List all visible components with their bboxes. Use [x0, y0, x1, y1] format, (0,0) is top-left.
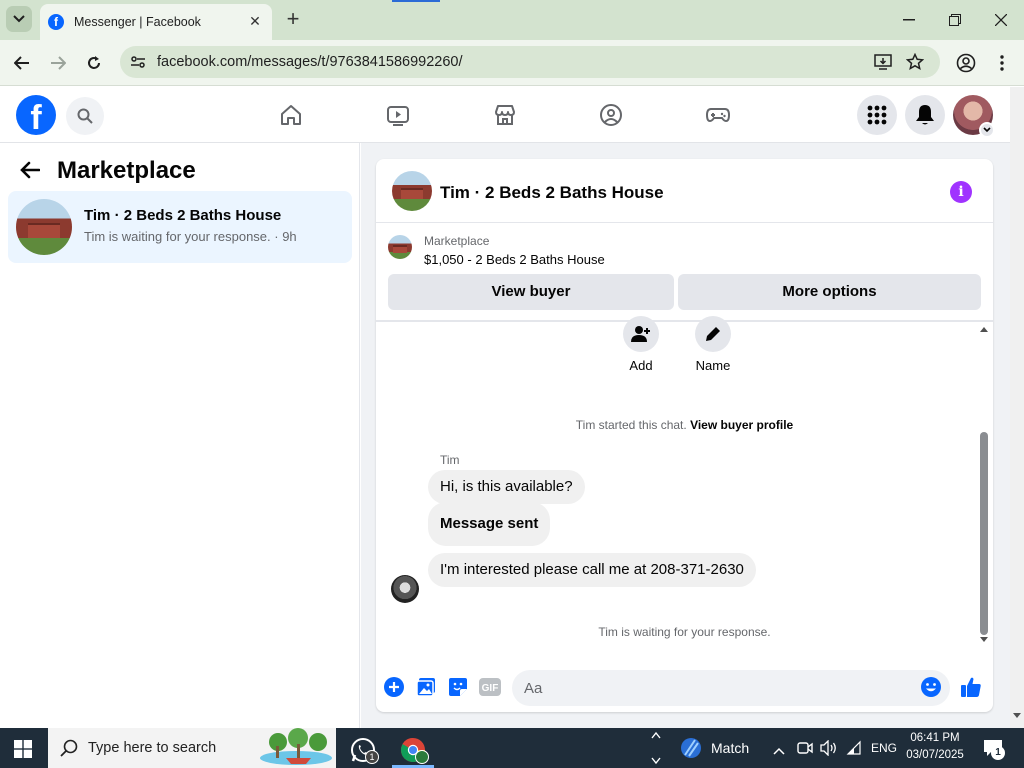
clock-time[interactable]: 06:41 PM	[900, 732, 970, 744]
minimize-icon[interactable]	[899, 10, 919, 30]
marketplace-icon[interactable]	[491, 101, 519, 129]
emoji-icon[interactable]	[920, 676, 942, 698]
view-buyer-profile-link[interactable]: View buyer profile	[690, 418, 793, 432]
taskbar-search-placeholder: Type here to search	[88, 740, 217, 756]
whatsapp-taskbar-icon[interactable]: 1	[343, 732, 383, 768]
messages-scrollbar-thumb[interactable]	[980, 432, 988, 635]
new-tab-icon[interactable]: +	[282, 8, 304, 30]
message-bubble[interactable]: I'm interested please call me at 208-371…	[428, 553, 756, 587]
browser-menu-icon[interactable]	[991, 52, 1013, 74]
back-icon[interactable]	[11, 52, 33, 74]
search-icon[interactable]	[66, 97, 104, 135]
chat-header: Tim · 2 Beds 2 Baths House i	[376, 159, 993, 223]
conversation-name: Tim · 2 Beds 2 Baths House	[84, 207, 282, 224]
facebook-favicon-icon: f	[48, 14, 64, 30]
message-input[interactable]	[512, 670, 950, 706]
message-bubble[interactable]: Message sent	[428, 502, 551, 546]
reload-icon[interactable]	[83, 52, 105, 74]
url-text[interactable]: facebook.com/messages/t/9763841586992260…	[157, 54, 463, 70]
browser-tab-messenger[interactable]: f Messenger | Facebook ✕	[40, 4, 272, 40]
forward-icon[interactable]	[47, 52, 69, 74]
conversation-preview: Tim is waiting for your response. · 9h	[84, 229, 297, 244]
menu-grid-icon[interactable]	[857, 95, 897, 135]
message-bubble[interactable]: Hi, is this available?	[428, 470, 585, 504]
facebook-header: f	[0, 87, 1010, 143]
chat-window: Tim · 2 Beds 2 Baths House i Marketplace…	[376, 159, 993, 712]
tab-close-icon[interactable]: ✕	[246, 12, 264, 30]
notification-count-badge: 1	[991, 746, 1005, 760]
meet-now-icon[interactable]	[797, 740, 813, 761]
chat-title[interactable]: Tim · 2 Beds 2 Baths House	[440, 183, 664, 203]
listing-small-thumbnail	[388, 235, 412, 259]
sticker-icon[interactable]	[447, 676, 469, 698]
chat-area: Tim · 2 Beds 2 Baths House i Marketplace…	[361, 143, 1010, 728]
site-info-icon[interactable]	[130, 54, 146, 75]
match-widget-label[interactable]: Match	[711, 740, 749, 756]
bookmark-star-icon[interactable]	[905, 52, 925, 76]
clock-date[interactable]: 03/07/2025	[900, 749, 970, 761]
divider	[376, 320, 993, 322]
whatsapp-badge: 1	[365, 750, 379, 764]
marketplace-listing-row[interactable]: Marketplace $1,050 - 2 Beds 2 Baths Hous…	[376, 223, 993, 275]
video-icon[interactable]	[384, 101, 412, 129]
add-label: Add	[629, 358, 653, 373]
notifications-bell-icon[interactable]	[905, 95, 945, 135]
install-app-icon[interactable]	[874, 53, 892, 76]
tab-strip-accent	[392, 0, 440, 2]
back-arrow-icon[interactable]	[20, 161, 44, 185]
conversation-item[interactable]: Tim · 2 Beds 2 Baths House Tim is waitin…	[8, 191, 352, 263]
cricket-match-icon[interactable]	[680, 737, 702, 764]
wifi-icon[interactable]	[846, 740, 862, 761]
account-chevron-down-icon[interactable]	[979, 122, 995, 138]
groups-icon[interactable]	[597, 101, 625, 129]
gif-icon[interactable]: GIF	[479, 676, 501, 698]
browser-tab-bar: f Messenger | Facebook ✕ +	[0, 0, 1024, 40]
add-person-icon[interactable]	[623, 316, 659, 352]
chat-started-text: Tim started this chat.	[575, 418, 687, 432]
info-icon[interactable]: i	[950, 181, 972, 203]
volume-icon[interactable]	[820, 739, 838, 761]
taskbar-search-icon	[60, 739, 78, 762]
windows-taskbar: Type here to search 1 Match ENG 06:41 PM…	[0, 728, 1024, 768]
name-label: Name	[695, 358, 731, 373]
page-scrollbar[interactable]	[1010, 87, 1024, 728]
chat-started-notice: Tim started this chat. View buyer profil…	[376, 418, 993, 432]
panel-title: Marketplace	[57, 157, 196, 184]
more-options-button[interactable]: More options	[678, 274, 981, 310]
tab-search-dropdown-icon[interactable]	[6, 6, 32, 32]
profile-icon[interactable]	[955, 52, 977, 74]
marketplace-label: Marketplace	[424, 234, 490, 248]
marketplace-chats-panel: Marketplace Tim · 2 Beds 2 Baths House T…	[0, 143, 360, 728]
view-buyer-button[interactable]: View buyer	[388, 274, 674, 310]
sender-avatar[interactable]	[391, 575, 419, 603]
address-bar[interactable]: facebook.com/messages/t/9763841586992260…	[120, 46, 940, 78]
sender-name: Tim	[440, 453, 460, 467]
message-composer: GIF	[376, 664, 993, 712]
notification-center-icon[interactable]: 1	[983, 739, 1005, 762]
windows-start-icon[interactable]	[14, 740, 32, 758]
waiting-notice: Tim is waiting for your response.	[598, 625, 771, 639]
photo-gallery-icon[interactable]	[415, 676, 437, 698]
listing-price-title: $1,050 - 2 Beds 2 Baths House	[424, 252, 605, 267]
like-thumbs-up-icon[interactable]	[960, 676, 982, 698]
close-window-icon[interactable]	[991, 10, 1011, 30]
chat-listing-avatar[interactable]	[392, 171, 432, 211]
language-indicator[interactable]: ENG	[871, 741, 897, 755]
restore-icon[interactable]	[945, 10, 965, 30]
gaming-icon[interactable]	[704, 101, 732, 129]
search-highlight-illustration	[256, 728, 336, 768]
chrome-taskbar-icon[interactable]	[393, 732, 433, 768]
show-hidden-icons-chevron-icon[interactable]	[773, 742, 785, 760]
facebook-logo-icon[interactable]: f	[16, 95, 56, 135]
gif-label: GIF	[482, 683, 499, 694]
chrome-profile-badge	[415, 750, 429, 764]
listing-thumbnail	[16, 199, 72, 255]
edit-name-pencil-icon[interactable]	[695, 316, 731, 352]
browser-toolbar: facebook.com/messages/t/9763841586992260…	[0, 40, 1024, 86]
taskbar-scroll-arrows[interactable]	[651, 731, 661, 768]
taskbar-search-box[interactable]: Type here to search	[48, 728, 336, 768]
home-icon[interactable]	[277, 101, 305, 129]
plus-circle-icon[interactable]	[383, 676, 405, 698]
tab-title: Messenger | Facebook	[74, 15, 201, 29]
